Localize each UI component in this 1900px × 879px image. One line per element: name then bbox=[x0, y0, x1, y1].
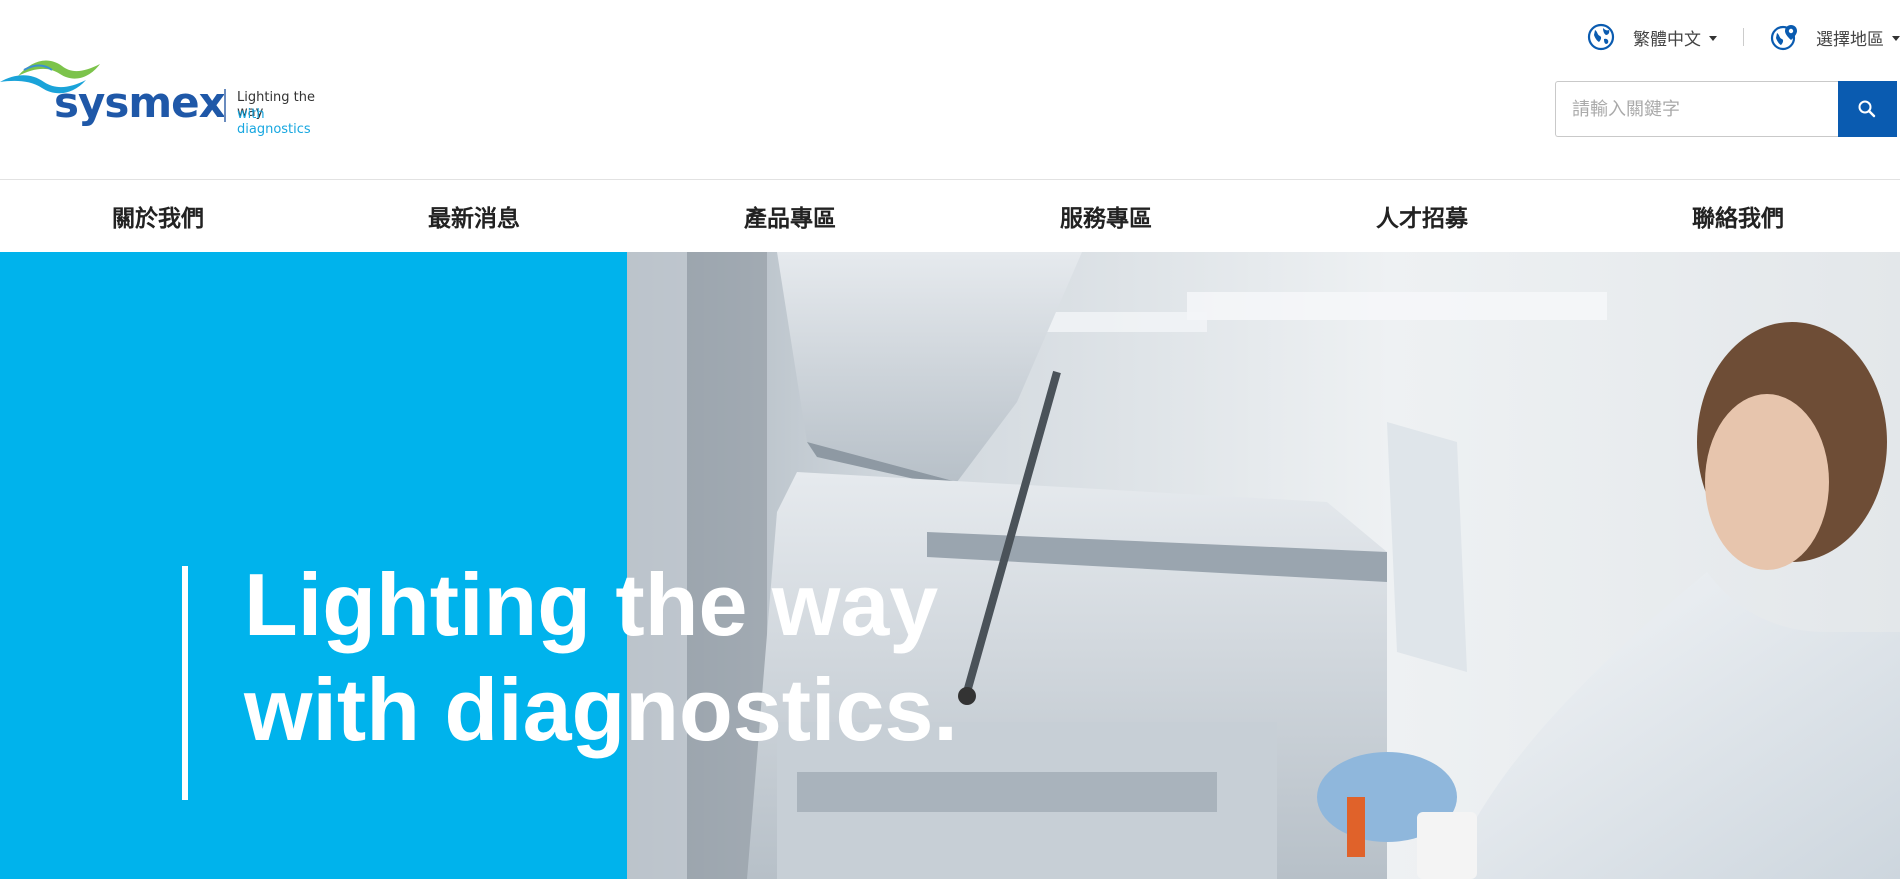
search-button[interactable] bbox=[1837, 81, 1897, 137]
main-nav: 關於我們 最新消息 產品專區 服務專區 人才招募 聯絡我們 bbox=[0, 179, 1900, 252]
nav-item-services[interactable]: 服務專區 bbox=[948, 180, 1264, 252]
utility-bar: 繁體中文 選擇地區 bbox=[1587, 20, 1900, 54]
utility-divider bbox=[1743, 28, 1744, 46]
logo-tagline-2: with diagnostics bbox=[237, 107, 311, 137]
logo-separator bbox=[224, 89, 226, 122]
search-icon bbox=[1858, 100, 1876, 118]
search-input[interactable] bbox=[1555, 81, 1838, 137]
globe-pin-icon bbox=[1770, 25, 1797, 51]
language-label: 繁體中文 bbox=[1633, 29, 1701, 50]
hero-banner: Lighting the way with diagnostics. bbox=[0, 252, 1900, 879]
region-selector[interactable]: 選擇地區 bbox=[1770, 23, 1900, 51]
site-header: sysmex Lighting the way with diagnostics… bbox=[0, 0, 1900, 179]
logo-wordmark: sysmex bbox=[54, 78, 226, 127]
nav-item-contact[interactable]: 聯絡我們 bbox=[1580, 180, 1896, 252]
nav-item-careers[interactable]: 人才招募 bbox=[1264, 180, 1580, 252]
caret-down-icon bbox=[1709, 35, 1717, 41]
hero-title: Lighting the way with diagnostics. bbox=[244, 552, 958, 762]
hero-title-line-2: with diagnostics. bbox=[244, 660, 958, 759]
nav-item-about[interactable]: 關於我們 bbox=[0, 180, 316, 252]
language-selector[interactable]: 繁體中文 bbox=[1587, 23, 1717, 51]
region-label: 選擇地區 bbox=[1816, 29, 1884, 50]
nav-item-products[interactable]: 產品專區 bbox=[632, 180, 948, 252]
caret-down-icon bbox=[1892, 35, 1900, 41]
globe-icon bbox=[1587, 23, 1615, 51]
hero-title-line-1: Lighting the way bbox=[244, 555, 939, 654]
sysmex-logo[interactable]: sysmex Lighting the way with diagnostics bbox=[0, 48, 340, 137]
nav-item-news[interactable]: 最新消息 bbox=[316, 180, 632, 252]
hero-accent-bar bbox=[182, 566, 188, 800]
search-bar bbox=[1555, 81, 1897, 137]
